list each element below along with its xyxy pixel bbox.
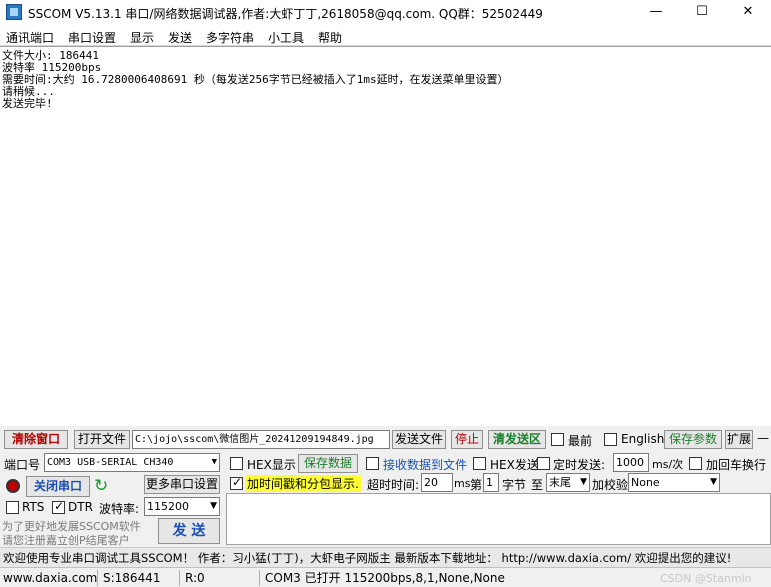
output-line: 需要时间:大约 16.7280006408691 秒（每发送256字节已经被插入… xyxy=(2,73,509,86)
chevron-down-icon: ▼ xyxy=(710,477,717,487)
hex-display-checkbox[interactable] xyxy=(230,457,243,470)
dtr-checkbox[interactable] xyxy=(52,499,65,514)
add-crlf-checkbox[interactable] xyxy=(689,457,702,470)
add-crlf-label: 加回车换行 xyxy=(706,458,767,472)
menu-display[interactable]: 显示 xyxy=(130,29,154,46)
banner-text: 欢迎使用专业串口调试工具SSCOM！ 作者：习小猛(丁丁)，大虾电子网版主 最新… xyxy=(3,551,732,565)
status-sent-count: S:186441 xyxy=(100,570,180,586)
timeout-unit: ms xyxy=(454,477,471,490)
send-button[interactable]: 发 送 xyxy=(158,518,220,544)
menu-serial-settings[interactable]: 串口设置 xyxy=(68,29,116,46)
timeout-input[interactable]: 20 xyxy=(421,473,453,492)
file-toolbar: 清除窗口 打开文件 C:\jojo\sscom\微信图片_20241209194… xyxy=(0,428,771,450)
info-banner: 欢迎使用专业串口调试工具SSCOM！ 作者：习小猛(丁丁)，大虾电子网版主 最新… xyxy=(0,547,771,567)
timeout-label: 超时时间: xyxy=(367,478,420,492)
menu-comm-port[interactable]: 通讯端口 xyxy=(6,29,54,46)
save-data-button[interactable]: 保存数据 xyxy=(298,454,358,473)
to-select[interactable]: 末尾 ▼ xyxy=(546,473,590,492)
checksum-label: 加校验 xyxy=(592,478,629,492)
menu-send[interactable]: 发送 xyxy=(168,29,192,46)
stop-button[interactable]: 停止 xyxy=(451,430,483,449)
title-bar: SSCOM V5.13.1 串口/网络数据调试器,作者:大虾丁丁,2618058… xyxy=(0,0,771,26)
clear-send-area-button[interactable]: 清发送区 xyxy=(488,430,546,449)
open-file-button[interactable]: 打开文件 xyxy=(74,430,130,449)
status-port-state: COM3 已打开 115200bps,8,1,None,None xyxy=(265,571,505,585)
status-site[interactable]: www.daxia.com xyxy=(0,570,98,586)
byte-label: 字节 xyxy=(502,478,527,492)
topmost-checkbox[interactable] xyxy=(551,433,564,446)
byte-prefix-label: 第 xyxy=(470,478,483,492)
status-received-count: R:0 xyxy=(182,570,260,586)
timestamp-checkbox[interactable] xyxy=(230,475,243,490)
close-button[interactable]: ✕ xyxy=(725,0,771,26)
timed-send-checkbox[interactable] xyxy=(537,457,550,470)
topmost-label: 最前 xyxy=(568,434,593,448)
more-serial-settings-button[interactable]: 更多串口设置 xyxy=(144,475,220,494)
maximize-button[interactable]: ☐ xyxy=(679,0,725,26)
receive-area[interactable]: 文件大小: 186441 波特率 115200bps 需要时间:大约 16.72… xyxy=(0,46,771,426)
timestamp-label: 加时间戳和分包显示. xyxy=(245,475,361,492)
receive-to-file-checkbox[interactable] xyxy=(366,457,379,470)
menu-help[interactable]: 帮助 xyxy=(318,29,342,46)
baud-label: 波特率: xyxy=(99,502,140,516)
english-checkbox[interactable] xyxy=(604,433,617,446)
file-path-input[interactable]: C:\jojo\sscom\微信图片_20241209194849.jpg xyxy=(132,430,390,449)
save-params-button[interactable]: 保存参数 xyxy=(664,430,722,449)
chevron-down-icon: ▼ xyxy=(210,501,217,511)
dtr-label: DTR xyxy=(68,500,93,514)
interval-input[interactable]: 1000 xyxy=(613,453,649,472)
promo-line-2: 请您注册嘉立创P结尾客户 xyxy=(2,534,130,547)
expand-button[interactable]: 扩展 xyxy=(725,430,753,449)
chevron-down-icon: ▼ xyxy=(211,457,217,467)
rts-checkbox[interactable] xyxy=(6,501,19,514)
english-label: English xyxy=(621,432,665,446)
hex-send-label: HEX发送 xyxy=(490,458,539,472)
baud-select-value: 115200 xyxy=(147,500,189,513)
refresh-icon[interactable]: ↻ xyxy=(94,477,108,495)
timed-send-label: 定时发送: xyxy=(553,458,606,472)
hex-send-checkbox[interactable] xyxy=(473,457,486,470)
rts-label: RTS xyxy=(22,500,45,514)
checksum-select-value: None xyxy=(631,476,660,489)
clear-window-button[interactable]: 清除窗口 xyxy=(4,430,68,449)
byte-index-input[interactable]: 1 xyxy=(483,473,499,492)
watermark: CSDN @Stanmin xyxy=(660,572,752,585)
status-bar: www.daxia.com S:186441 R:0 COM3 已打开 1152… xyxy=(0,567,771,587)
send-input-area[interactable] xyxy=(226,493,771,545)
port-select[interactable]: COM3 USB-SERIAL CH340 ▼ xyxy=(44,453,220,472)
send-file-button[interactable]: 发送文件 xyxy=(392,430,446,449)
app-icon xyxy=(6,4,22,20)
menu-tools[interactable]: 小工具 xyxy=(268,29,304,46)
close-port-button[interactable]: 关闭串口 xyxy=(26,476,90,497)
menu-bar: 通讯端口 串口设置 显示 发送 多字符串 小工具 帮助 xyxy=(0,26,771,46)
chevron-down-icon: ▼ xyxy=(580,477,587,487)
output-line: 发送完毕! xyxy=(2,97,53,110)
interval-unit: ms/次 xyxy=(652,458,684,471)
checksum-select[interactable]: None ▼ xyxy=(628,473,720,492)
port-select-value: COM3 USB-SERIAL CH340 xyxy=(47,457,174,468)
window-title: SSCOM V5.13.1 串口/网络数据调试器,作者:大虾丁丁,2618058… xyxy=(28,7,543,21)
menu-multi-string[interactable]: 多字符串 xyxy=(206,29,254,46)
to-select-value: 末尾 xyxy=(549,476,571,489)
port-status-indicator-icon xyxy=(6,479,20,493)
port-label: 端口号 xyxy=(4,458,41,472)
receive-to-file-label[interactable]: 接收数据到文件 xyxy=(383,456,467,473)
minimize-button[interactable]: — xyxy=(633,0,679,26)
baud-select[interactable]: 115200 ▼ xyxy=(144,497,220,516)
hex-display-label: HEX显示 xyxy=(247,458,296,472)
to-label: 至 xyxy=(531,478,544,492)
collapse-button[interactable]: — xyxy=(757,431,769,445)
